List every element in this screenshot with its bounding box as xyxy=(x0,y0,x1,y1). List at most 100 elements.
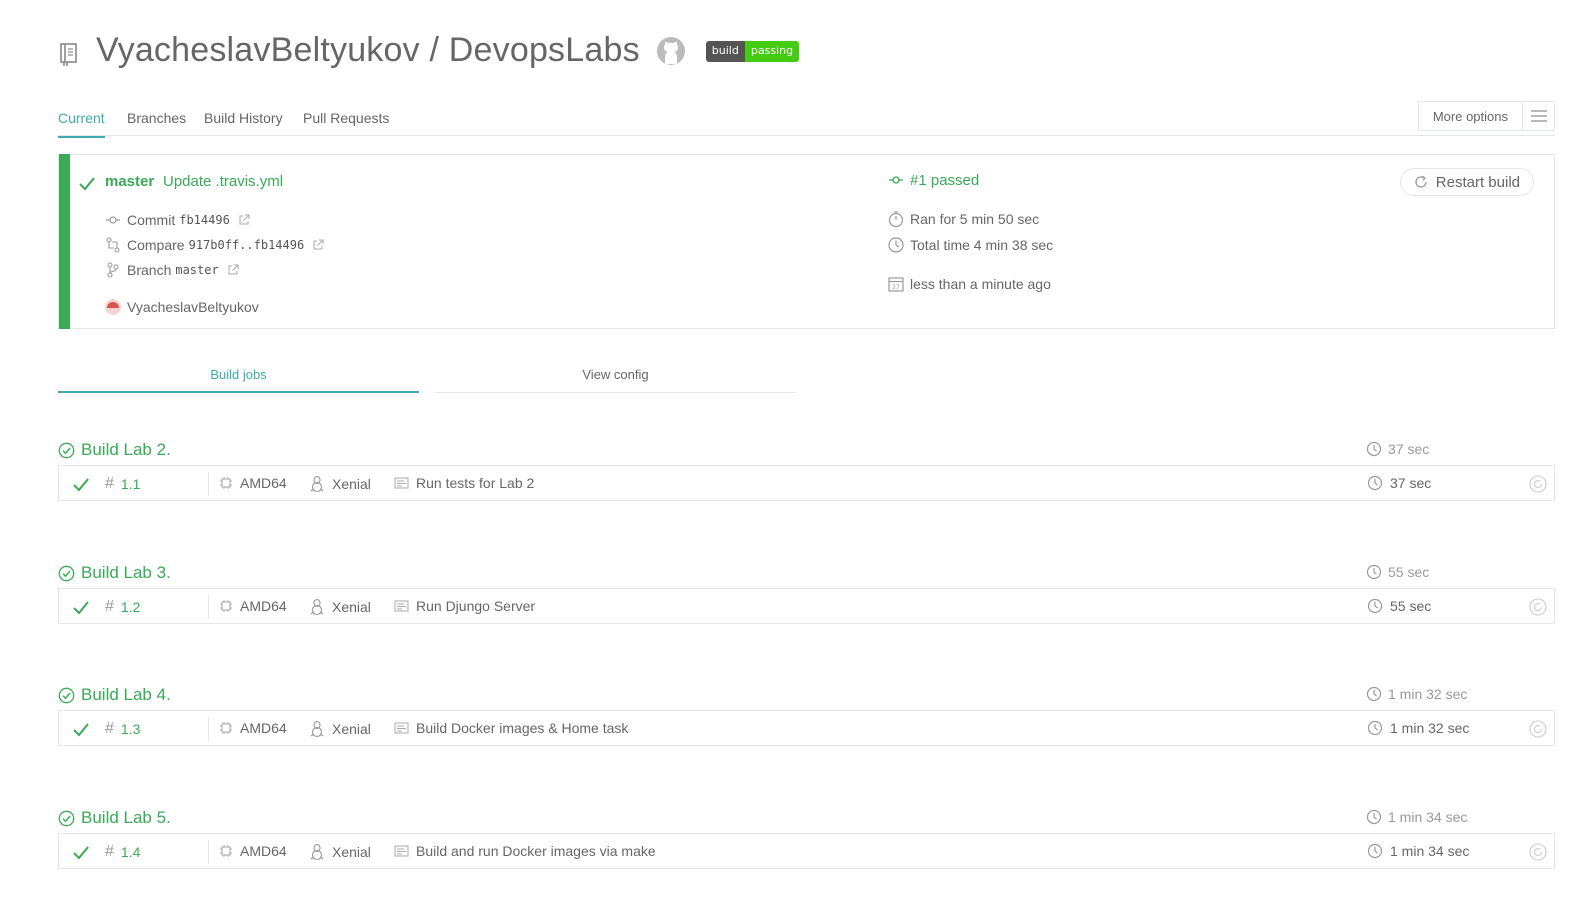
stage-title: Build Lab 5. xyxy=(81,808,171,827)
job-row[interactable]: #1.1 AMD64 Xenial Run tests for Lab 2 37… xyxy=(58,465,1555,501)
job-arch: AMD64 xyxy=(219,598,287,614)
branch-icon xyxy=(105,262,121,278)
restart-job-icon[interactable] xyxy=(1529,720,1547,738)
commit-sha: fb14496 xyxy=(179,213,230,227)
job-duration-text: 1 min 32 sec xyxy=(1390,720,1470,736)
tab-pull-requests[interactable]: Pull Requests xyxy=(303,110,389,126)
compare-range: 917b0ff..fb14496 xyxy=(188,238,305,252)
passed-check-icon xyxy=(73,601,89,615)
compare-link[interactable]: Compare 917b0ff..fb14496 xyxy=(105,237,324,253)
repo-header: VyacheslavBeltyukov / DevopsLabs build p… xyxy=(58,28,800,72)
compare-label: Compare xyxy=(127,237,185,253)
tab-build-jobs[interactable]: Build jobs xyxy=(58,360,419,393)
job-duration-text: 55 sec xyxy=(1390,598,1432,614)
build-status-badge[interactable]: build passing xyxy=(705,40,800,62)
job-os: Xenial xyxy=(309,475,371,493)
external-link-icon xyxy=(238,214,250,226)
divider xyxy=(208,840,209,864)
branch-label: Branch xyxy=(127,262,172,278)
job-name: Build and run Docker images via make xyxy=(394,843,656,859)
stage-duration-text: 55 sec xyxy=(1388,564,1430,580)
divider xyxy=(208,472,209,496)
repo-name[interactable]: DevopsLabs xyxy=(449,31,640,69)
repo-title[interactable]: VyacheslavBeltyukov / DevopsLabs xyxy=(96,31,640,70)
linux-icon xyxy=(309,475,325,493)
job-name-text: Run Djungo Server xyxy=(416,598,536,614)
job-number[interactable]: #1.2 xyxy=(105,598,140,616)
job-number-text: 1.3 xyxy=(120,721,141,737)
cpu-icon xyxy=(219,844,233,858)
job-row[interactable]: #1.3 AMD64 Xenial Build Docker images & … xyxy=(58,710,1555,746)
restart-job-icon[interactable] xyxy=(1529,475,1547,493)
stage-block: Build Lab 3. 55 sec #1.2 AMD64 Xenial Ru… xyxy=(58,561,1555,624)
total-time-text: Total time 4 min 38 sec xyxy=(910,237,1054,253)
stage-block: Build Lab 4. 1 min 32 sec #1.3 AMD64 Xen… xyxy=(58,683,1555,746)
more-options-button[interactable]: More options xyxy=(1417,101,1555,131)
build-author: VyacheslavBeltyukov xyxy=(105,299,259,315)
stopwatch-icon xyxy=(887,210,905,228)
badge-label: build xyxy=(705,40,745,62)
tab-branches[interactable]: Branches xyxy=(127,110,186,126)
build-status-text: #1 passed xyxy=(910,171,980,189)
stage-passed-icon xyxy=(58,810,75,826)
build-status-link[interactable]: #1 passed xyxy=(887,171,979,189)
branch-link[interactable]: Branch master xyxy=(105,262,239,278)
job-arch: AMD64 xyxy=(219,843,287,859)
clock-icon xyxy=(1367,720,1383,736)
current-build-card: master Update .travis.yml Commit fb14496… xyxy=(58,154,1555,329)
job-arch-text: AMD64 xyxy=(240,843,287,859)
stage-passed-icon xyxy=(58,565,75,581)
job-arch: AMD64 xyxy=(219,475,287,491)
restart-build-button[interactable]: Restart build xyxy=(1399,168,1534,196)
tab-view-config[interactable]: View config xyxy=(435,360,796,393)
commit-message: Update .travis.yml xyxy=(163,173,284,190)
job-number[interactable]: #1.4 xyxy=(105,843,140,861)
clock-icon xyxy=(1367,598,1383,614)
build-branch-link[interactable]: master xyxy=(105,173,154,190)
cpu-icon xyxy=(219,476,233,490)
job-number[interactable]: #1.3 xyxy=(105,720,140,738)
job-row[interactable]: #1.4 AMD64 Xenial Build and run Docker i… xyxy=(58,833,1555,869)
author-avatar xyxy=(105,299,121,315)
repository-icon xyxy=(60,43,77,66)
job-os-text: Xenial xyxy=(332,721,371,737)
job-duration: 37 sec xyxy=(1367,475,1431,491)
stage-title: Build Lab 4. xyxy=(81,685,171,704)
job-os-text: Xenial xyxy=(332,844,371,860)
commit-icon xyxy=(887,171,905,189)
ran-for: Ran for 5 min 50 sec xyxy=(887,210,1039,228)
tab-current[interactable]: Current xyxy=(58,110,105,138)
stage-duration: 1 min 34 sec xyxy=(1366,809,1467,825)
divider xyxy=(208,717,209,741)
hash-icon: # xyxy=(105,843,114,860)
tab-build-history[interactable]: Build History xyxy=(204,110,283,126)
terminal-icon xyxy=(394,600,409,612)
stage-header: Build Lab 4. 1 min 32 sec xyxy=(58,683,1555,707)
job-name: Run Djungo Server xyxy=(394,598,535,614)
commit-link[interactable]: Commit fb14496 xyxy=(105,212,250,228)
linux-icon xyxy=(309,843,325,861)
svg-text:27: 27 xyxy=(892,284,900,291)
stage-title: Build Lab 3. xyxy=(81,563,171,582)
stage-header: Build Lab 3. 55 sec xyxy=(58,561,1555,585)
restart-build-label: Restart build xyxy=(1435,173,1520,191)
stage-duration-text: 1 min 32 sec xyxy=(1388,686,1468,702)
stage-title: Build Lab 2. xyxy=(81,440,171,459)
repo-owner[interactable]: VyacheslavBeltyukov xyxy=(96,31,420,69)
passed-check-icon xyxy=(73,846,89,860)
job-duration-text: 37 sec xyxy=(1390,475,1432,491)
job-row[interactable]: #1.2 AMD64 Xenial Run Djungo Server 55 s… xyxy=(58,588,1555,624)
restart-job-icon[interactable] xyxy=(1529,843,1547,861)
clock-icon xyxy=(1367,843,1383,859)
stage-passed-icon xyxy=(58,442,75,458)
restart-job-icon[interactable] xyxy=(1529,598,1547,616)
terminal-icon xyxy=(394,477,409,489)
passed-check-icon xyxy=(73,723,89,737)
job-number[interactable]: #1.1 xyxy=(105,475,140,493)
github-icon[interactable] xyxy=(656,36,686,66)
job-name-text: Build and run Docker images via make xyxy=(416,843,656,859)
linux-icon xyxy=(309,720,325,738)
clock-icon xyxy=(1366,441,1382,457)
job-number-text: 1.1 xyxy=(120,476,141,492)
hash-icon: # xyxy=(105,720,114,737)
